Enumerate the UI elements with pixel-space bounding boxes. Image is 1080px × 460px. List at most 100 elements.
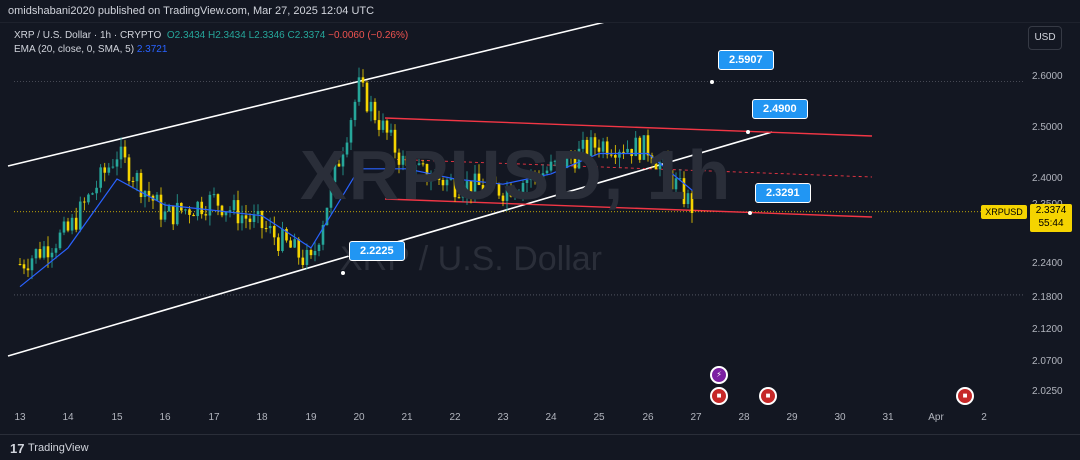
ohlc-legend: XRP / U.S. Dollar · 1h · CRYPTO O2.3434 … (14, 30, 408, 41)
candle-body[interactable] (236, 200, 240, 224)
y-tick-label: 2.0250 (1032, 386, 1063, 397)
candle-body[interactable] (357, 77, 361, 102)
candle-body[interactable] (260, 211, 264, 229)
candle-body[interactable] (91, 193, 94, 195)
candle-body[interactable] (192, 214, 195, 217)
candle-body[interactable] (131, 180, 135, 182)
candle-body[interactable] (171, 205, 175, 225)
low-value: L2.3346 (248, 30, 285, 41)
candle-body[interactable] (361, 77, 365, 83)
candle-body[interactable] (301, 257, 305, 265)
x-tick-label: 26 (642, 412, 654, 423)
candle-body[interactable] (200, 201, 204, 215)
candle-body[interactable] (220, 205, 224, 216)
candle-body[interactable] (119, 146, 123, 160)
candle-body[interactable] (244, 215, 248, 219)
candle-body[interactable] (83, 201, 86, 203)
x-tick-label: 27 (690, 412, 702, 423)
candle-body[interactable] (74, 217, 78, 230)
candle-body[interactable] (228, 210, 232, 212)
candle-body[interactable] (365, 82, 369, 112)
candle-body[interactable] (46, 246, 50, 258)
callout-2-4900[interactable]: 2.4900 (752, 99, 808, 119)
candle-body[interactable] (232, 200, 236, 211)
y-tick-label: 2.1200 (1032, 324, 1063, 335)
candle-body[interactable] (281, 228, 284, 251)
candle-body[interactable] (297, 239, 301, 258)
ema-legend[interactable]: EMA (20, close, 0, SMA, 5) 2.3721 (14, 44, 167, 55)
candle-body[interactable] (30, 258, 34, 271)
range-top-line[interactable] (384, 117, 873, 137)
candle-body[interactable] (272, 225, 276, 238)
candle-body[interactable] (62, 221, 66, 233)
candle-body[interactable] (159, 194, 163, 220)
candle-body[interactable] (50, 252, 54, 258)
x-tick-label: 18 (256, 412, 268, 423)
candle-body[interactable] (256, 211, 260, 215)
candle-body[interactable] (204, 214, 208, 216)
callout-2-2225[interactable]: 2.2225 (349, 241, 405, 261)
callout-2-5907[interactable]: 2.5907 (718, 50, 774, 70)
candle-body[interactable] (34, 249, 38, 259)
candle-body[interactable] (123, 146, 127, 158)
candle-body[interactable] (212, 194, 216, 196)
event-flash-icon[interactable]: ⚡ (710, 366, 728, 384)
us-flag-event-icon[interactable]: ■ (759, 387, 777, 405)
candle-body[interactable] (293, 239, 296, 248)
tradingview-logo-icon[interactable]: 17 (10, 441, 24, 456)
candle-body[interactable] (313, 251, 317, 256)
candle-body[interactable] (305, 249, 309, 265)
candle-body[interactable] (22, 264, 26, 269)
candle-body[interactable] (268, 225, 272, 229)
candle-body[interactable] (188, 209, 191, 215)
candle-body[interactable] (107, 167, 111, 173)
candle-body[interactable] (163, 211, 167, 220)
candle-body[interactable] (289, 240, 292, 248)
price-chart[interactable] (0, 0, 1080, 459)
x-tick-label: 25 (593, 412, 605, 423)
candle-body[interactable] (18, 264, 22, 265)
candle-body[interactable] (70, 217, 74, 231)
candle-body[interactable] (54, 248, 58, 253)
x-tick-label: 22 (449, 412, 461, 423)
candle-body[interactable] (248, 218, 252, 223)
candle-body[interactable] (240, 215, 244, 224)
candle-body[interactable] (87, 194, 90, 203)
candle-body[interactable] (58, 232, 62, 249)
candle-body[interactable] (95, 187, 98, 194)
candle-body[interactable] (38, 249, 42, 258)
candle-body[interactable] (208, 194, 212, 216)
x-tick-label: 31 (882, 412, 894, 423)
candle-body[interactable] (184, 209, 187, 211)
candle-body[interactable] (389, 129, 393, 133)
candle-body[interactable] (99, 167, 102, 188)
candle-body[interactable] (373, 101, 377, 121)
candle-body[interactable] (111, 166, 115, 168)
tradingview-brand[interactable]: TradingView (28, 442, 89, 454)
candle-body[interactable] (377, 120, 381, 130)
us-flag-event-icon[interactable]: ■ (710, 387, 728, 405)
candle-body[interactable] (216, 194, 220, 206)
candle-body[interactable] (78, 201, 82, 230)
us-flag-event-icon[interactable]: ■ (956, 387, 974, 405)
candle-body[interactable] (381, 120, 385, 130)
candle-body[interactable] (369, 101, 373, 112)
candle-body[interactable] (317, 244, 321, 252)
candle-body[interactable] (147, 190, 151, 196)
candle-body[interactable] (135, 172, 139, 182)
callout-2-3291[interactable]: 2.3291 (755, 183, 811, 203)
candle-body[interactable] (115, 159, 119, 167)
candle-body[interactable] (42, 246, 46, 258)
candle-body[interactable] (139, 172, 143, 198)
currency-button[interactable]: USD (1028, 26, 1062, 50)
candle-body[interactable] (127, 157, 131, 181)
candle-body[interactable] (277, 237, 280, 251)
candle-body[interactable] (353, 101, 357, 121)
candle-body[interactable] (26, 268, 30, 271)
candle-body[interactable] (264, 228, 268, 230)
candle-body[interactable] (103, 167, 107, 173)
candle-body[interactable] (66, 221, 70, 231)
candle-body[interactable] (385, 120, 389, 133)
candle-body[interactable] (309, 249, 313, 256)
candle-body[interactable] (167, 205, 171, 212)
